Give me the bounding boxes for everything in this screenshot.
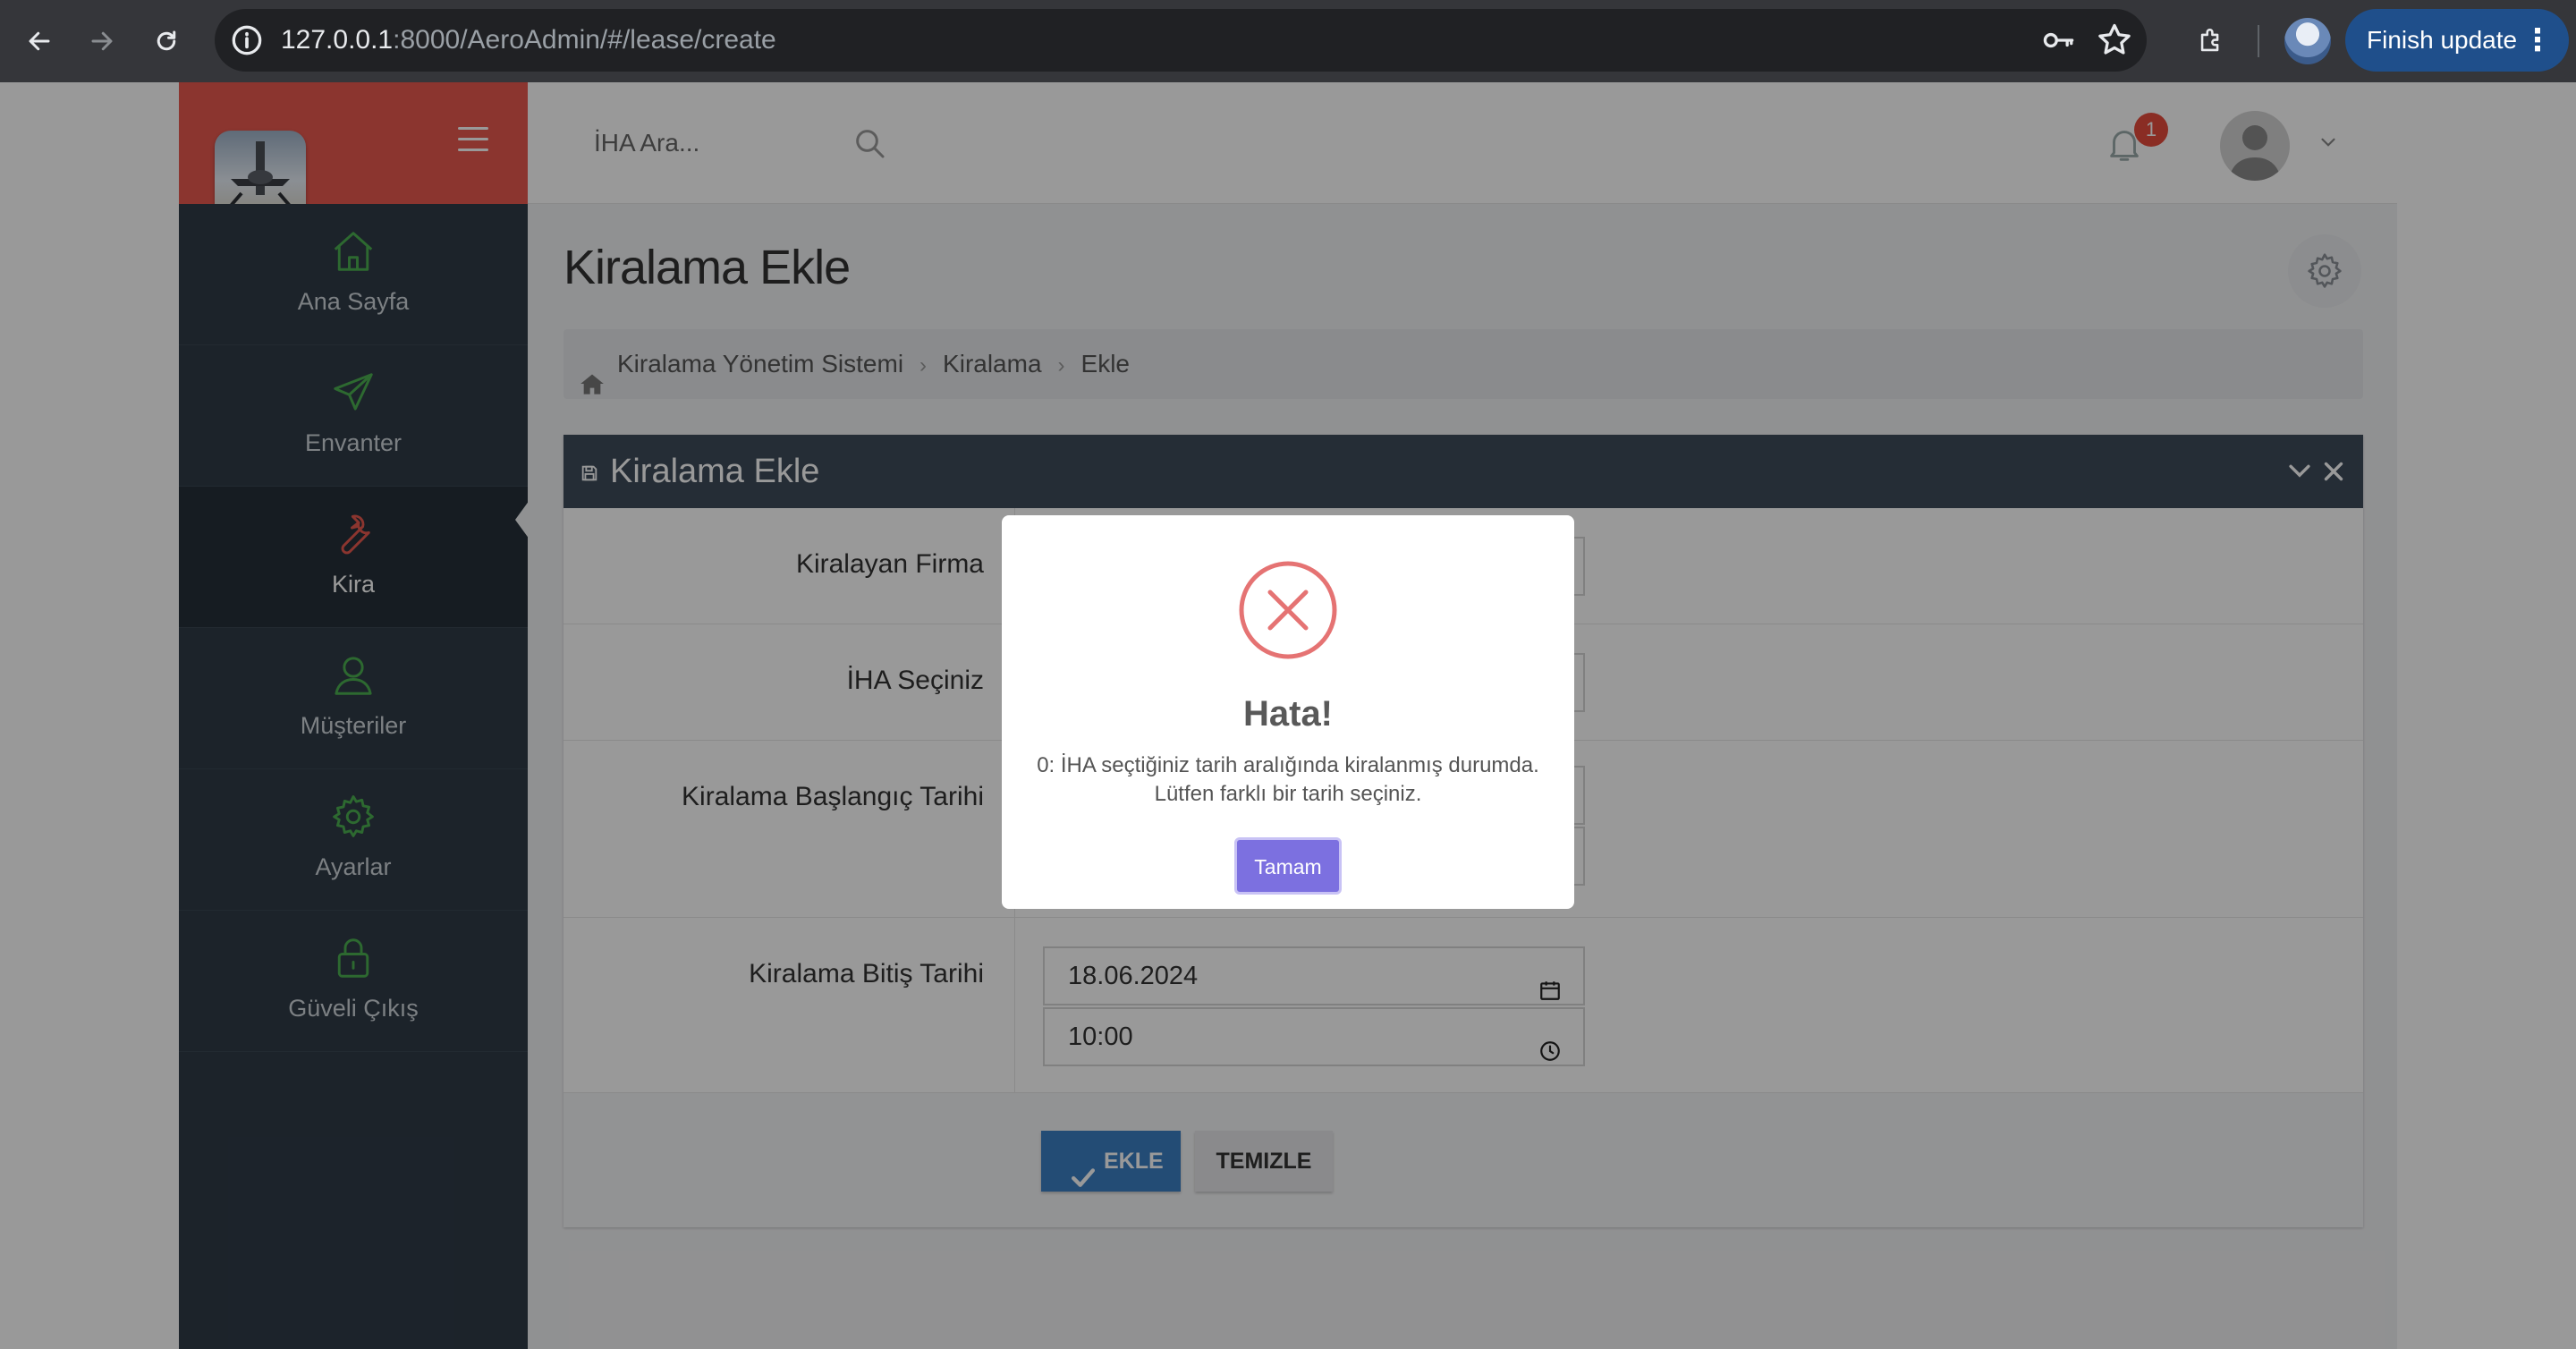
page: İHA Ara... 1 Ana Sayfa Envanter Kira Müş… <box>0 82 2576 1349</box>
toolbar-divider <box>2258 25 2259 57</box>
error-icon <box>1238 560 1338 660</box>
extensions-icon[interactable] <box>2188 18 2234 64</box>
dialog-title: Hata! <box>1242 694 1334 734</box>
profile-avatar[interactable] <box>2284 18 2331 64</box>
more-menu-icon[interactable]: ⋮ <box>2522 9 2553 72</box>
ok-button[interactable]: Tamam <box>1234 837 1342 895</box>
site-info-icon[interactable] <box>227 21 267 60</box>
finish-update-button[interactable]: Finish update ⋮ <box>2345 9 2569 72</box>
forward-icon[interactable] <box>79 18 125 64</box>
back-icon[interactable] <box>16 18 63 64</box>
dialog-message: 0: İHA seçtiğiniz tarih aralığında kiral… <box>1037 753 1539 806</box>
address-bar[interactable]: 127.0.0.1:8000/AeroAdmin/#/lease/create <box>215 9 2147 72</box>
url-text: 127.0.0.1:8000/AeroAdmin/#/lease/create <box>281 25 776 55</box>
bookmark-star-icon[interactable] <box>2095 21 2134 60</box>
error-dialog: Hata! 0: İHA seçtiğiniz tarih aralığında… <box>1002 515 1574 909</box>
browser-toolbar: 127.0.0.1:8000/AeroAdmin/#/lease/create … <box>0 0 2576 82</box>
password-key-icon[interactable] <box>2039 21 2079 60</box>
reload-icon[interactable] <box>143 18 190 64</box>
